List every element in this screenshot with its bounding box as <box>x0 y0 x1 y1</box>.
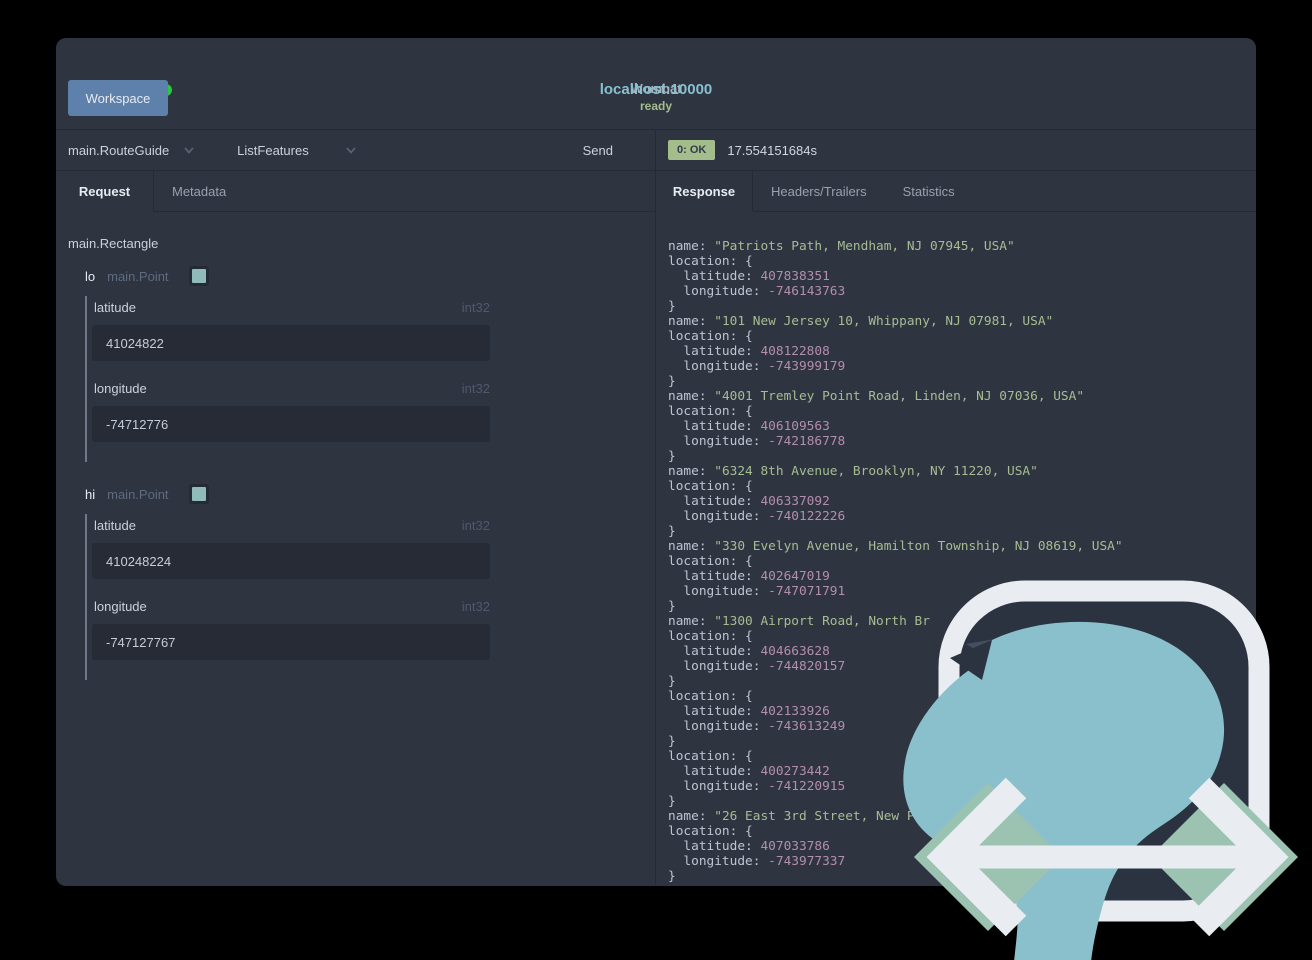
response-tab-bar: Response Headers/Trailers Statistics <box>656 171 1256 212</box>
response-line: latitude: 406109563 <box>668 419 830 434</box>
point-enabled-checkbox[interactable] <box>188 266 209 286</box>
message-type-label: main.Rectangle <box>68 236 159 251</box>
chevron-down-icon <box>346 147 356 154</box>
response-line: } <box>668 449 676 464</box>
group-name: lo <box>85 268 96 284</box>
request-form: main.Rectangle lo main.Point latitude in… <box>56 212 655 885</box>
longitude-field: longitude int32 <box>92 381 490 460</box>
response-line: latitude: 407838351 <box>668 269 830 284</box>
response-line: location: { <box>668 404 753 419</box>
service-select[interactable]: main.RouteGuide <box>68 143 195 158</box>
response-line: location: { <box>668 254 753 269</box>
longitude-input[interactable] <box>92 406 490 442</box>
call-duration: 17.554151684s <box>727 142 817 158</box>
send-button[interactable]: Send <box>583 143 613 158</box>
response-line: } <box>668 299 676 314</box>
response-line: name: "330 Evelyn Avenue, Hamilton Towns… <box>668 539 1123 554</box>
tab-request[interactable]: Request <box>56 171 154 212</box>
tab-response[interactable]: Response <box>656 171 753 212</box>
response-line: } <box>668 524 676 539</box>
point-enabled-checkbox[interactable] <box>188 484 209 504</box>
connection-status: ready <box>639 99 673 113</box>
field-type: int32 <box>461 300 490 315</box>
field-type: int32 <box>461 381 490 396</box>
response-line: longitude: -746143763 <box>668 284 846 299</box>
chevron-down-icon <box>184 147 194 154</box>
field-group-lo: lo main.Point latitude int32 41024822 lo… <box>85 266 643 462</box>
request-panel: main.RouteGuide ListFeatures Send Reques… <box>56 130 656 885</box>
latitude-field: latitude int32 <box>92 300 490 379</box>
field-label: longitude <box>94 599 147 614</box>
response-line: longitude: -740122226 <box>668 509 846 524</box>
field-type: int32 <box>461 599 490 614</box>
longitude-input[interactable] <box>92 624 490 660</box>
field-type: int32 <box>461 518 490 533</box>
response-line: latitude: 406337092 <box>668 494 830 509</box>
status-badge: 0: OK <box>668 140 716 160</box>
server-address: localhost:10000 <box>599 81 713 98</box>
titlebar: Wombat Workspace localhost:10000 ready <box>56 38 1256 130</box>
field-label: latitude <box>94 300 136 315</box>
method-select-label: ListFeatures <box>237 142 309 158</box>
tab-statistics[interactable]: Statistics <box>884 171 973 212</box>
response-line: name: "101 New Jersey 10, Whippany, NJ 0… <box>668 314 1054 329</box>
group-type: main.Point <box>107 268 169 284</box>
response-line: location: { <box>668 329 753 344</box>
response-line: longitude: -743999179 <box>668 359 846 374</box>
group-name: hi <box>85 486 96 502</box>
response-line: location: { <box>668 554 753 569</box>
latitude-input[interactable] <box>92 325 490 361</box>
longitude-field: longitude int32 <box>92 599 490 678</box>
call-statusbar: 0: OK 17.554151684s <box>656 130 1256 171</box>
call-toolbar: main.RouteGuide ListFeatures Send <box>56 130 655 171</box>
tab-metadata[interactable]: Metadata <box>154 171 245 212</box>
method-select[interactable]: ListFeatures <box>237 143 357 158</box>
field-label: latitude <box>94 518 136 533</box>
response-line: } <box>668 374 676 389</box>
latitude-input[interactable] <box>92 543 490 579</box>
response-line: name: "4001 Tremley Point Road, Linden, … <box>668 389 1085 404</box>
field-group-hi: hi main.Point latitude int32 410248224 l… <box>85 484 643 680</box>
response-line: latitude: 408122808 <box>668 344 830 359</box>
response-line: longitude: -742186778 <box>668 434 846 449</box>
wombat-logo-overlay <box>903 580 1298 960</box>
response-line: name: "Patriots Path, Mendham, NJ 07945,… <box>668 239 1015 254</box>
latitude-field: latitude int32 <box>92 518 490 597</box>
service-select-label: main.RouteGuide <box>68 142 170 158</box>
group-type: main.Point <box>107 486 169 502</box>
server-info: localhost:10000 ready <box>56 81 1256 115</box>
response-line: location: { <box>668 479 753 494</box>
field-label: longitude <box>94 381 147 396</box>
response-line: name: "6324 8th Avenue, Brooklyn, NY 112… <box>668 464 1038 479</box>
request-tab-bar: Request Metadata <box>56 171 655 212</box>
tab-headers-trailers[interactable]: Headers/Trailers <box>753 171 885 212</box>
